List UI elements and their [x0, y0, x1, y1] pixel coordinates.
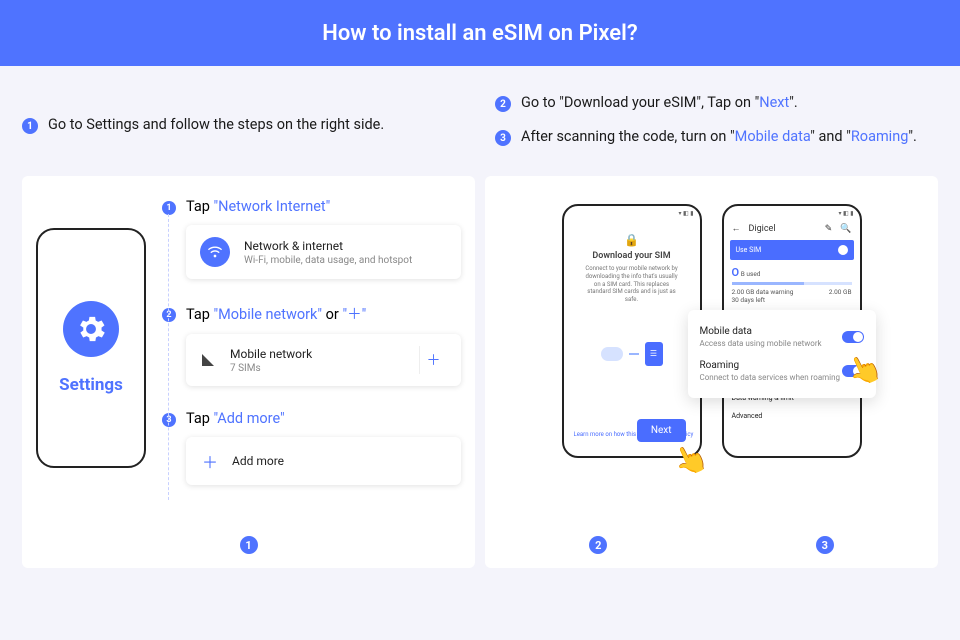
badge-sub2: 2: [162, 308, 176, 322]
download-desc: Connect to your mobile network by downlo…: [576, 265, 688, 304]
card-add-more[interactable]: ＋ Add more: [186, 437, 461, 485]
panel-screenshots: ▾ ◧ ▮ 🔒 Download your SIM Connect to you…: [485, 176, 938, 568]
edit-icon[interactable]: ✎: [825, 224, 833, 234]
download-title: Download your SIM: [576, 251, 688, 261]
overlay-mobile-roaming: Mobile data Access data using mobile net…: [688, 310, 876, 398]
intro-step-1: 1 Go to Settings and follow the steps on…: [22, 116, 465, 134]
badge-1: 1: [22, 118, 38, 134]
panel-badge-3: 3: [816, 536, 834, 554]
badge-2: 2: [495, 96, 511, 112]
phone-mockup-digicel: ▾ ◧ ▮ ← Digicel ✎ 🔍 Use SIM O B used 2.0…: [722, 204, 862, 458]
phone-mockup-download: ▾ ◧ ▮ 🔒 Download your SIM Connect to you…: [562, 204, 702, 458]
intro-step-2: 2 Go to "Download your eSIM", Tap on "Ne…: [495, 94, 938, 112]
gear-icon: [63, 301, 119, 357]
page-title: How to install an eSIM on Pixel?: [0, 0, 960, 66]
panel-badge-1: 1: [240, 536, 258, 554]
substep-2-head: 2 Tap "Mobile network" or "＋": [162, 303, 461, 324]
toggle-icon[interactable]: [842, 331, 864, 343]
toggle-icon[interactable]: [842, 365, 864, 377]
connector-line: [168, 214, 169, 500]
signal-icon: [200, 352, 216, 368]
sim-icon: ☰: [645, 342, 663, 366]
cloud-icon: [601, 347, 623, 361]
intro-section: 1 Go to Settings and follow the steps on…: [0, 66, 960, 176]
row-advanced[interactable]: Advanced: [732, 412, 852, 420]
substep-3-head: 3 Tap "Add more": [162, 410, 461, 427]
cloud-sim-graphic: ☰: [564, 342, 700, 366]
use-sim-toggle[interactable]: Use SIM: [730, 240, 854, 260]
toggle-mobile-data[interactable]: Mobile data Access data using mobile net…: [700, 320, 864, 354]
card-mobile-network[interactable]: Mobile network 7 SIMs ＋: [186, 334, 461, 386]
badge-sub1: 1: [162, 201, 176, 215]
substep-1-head: 1 Tap "Network Internet": [162, 198, 461, 215]
status-bar-icons: ▾ ◧ ▮: [724, 206, 860, 221]
phone-mockup-settings: Settings: [36, 228, 146, 468]
screen-title: ← Digicel ✎ 🔍: [724, 221, 860, 236]
intro-step-3: 3 After scanning the code, turn on "Mobi…: [495, 128, 938, 146]
wifi-icon: [200, 237, 230, 267]
panel-settings-steps: Settings 1 Tap "Network Internet" Networ…: [22, 176, 475, 568]
card-network-internet[interactable]: Network & internet Wi-Fi, mobile, data u…: [186, 225, 461, 279]
lock-icon: 🔒: [576, 233, 688, 247]
data-usage-block: O B used 2.00 GB data warning30 days lef…: [732, 266, 852, 304]
badge-3: 3: [495, 130, 511, 146]
badge-sub3: 3: [162, 413, 176, 427]
panel-badge-2: 2: [589, 536, 607, 554]
toggle-roaming[interactable]: Roaming Connect to data services when ro…: [700, 354, 864, 388]
next-button[interactable]: Next: [637, 419, 686, 442]
status-bar-icons: ▾ ◧ ▮: [564, 206, 700, 221]
back-icon[interactable]: ←: [732, 223, 741, 234]
settings-label: Settings: [59, 375, 123, 395]
plus-icon: ＋: [202, 449, 218, 473]
plus-icon[interactable]: ＋: [419, 346, 447, 374]
search-icon[interactable]: 🔍: [840, 224, 851, 234]
